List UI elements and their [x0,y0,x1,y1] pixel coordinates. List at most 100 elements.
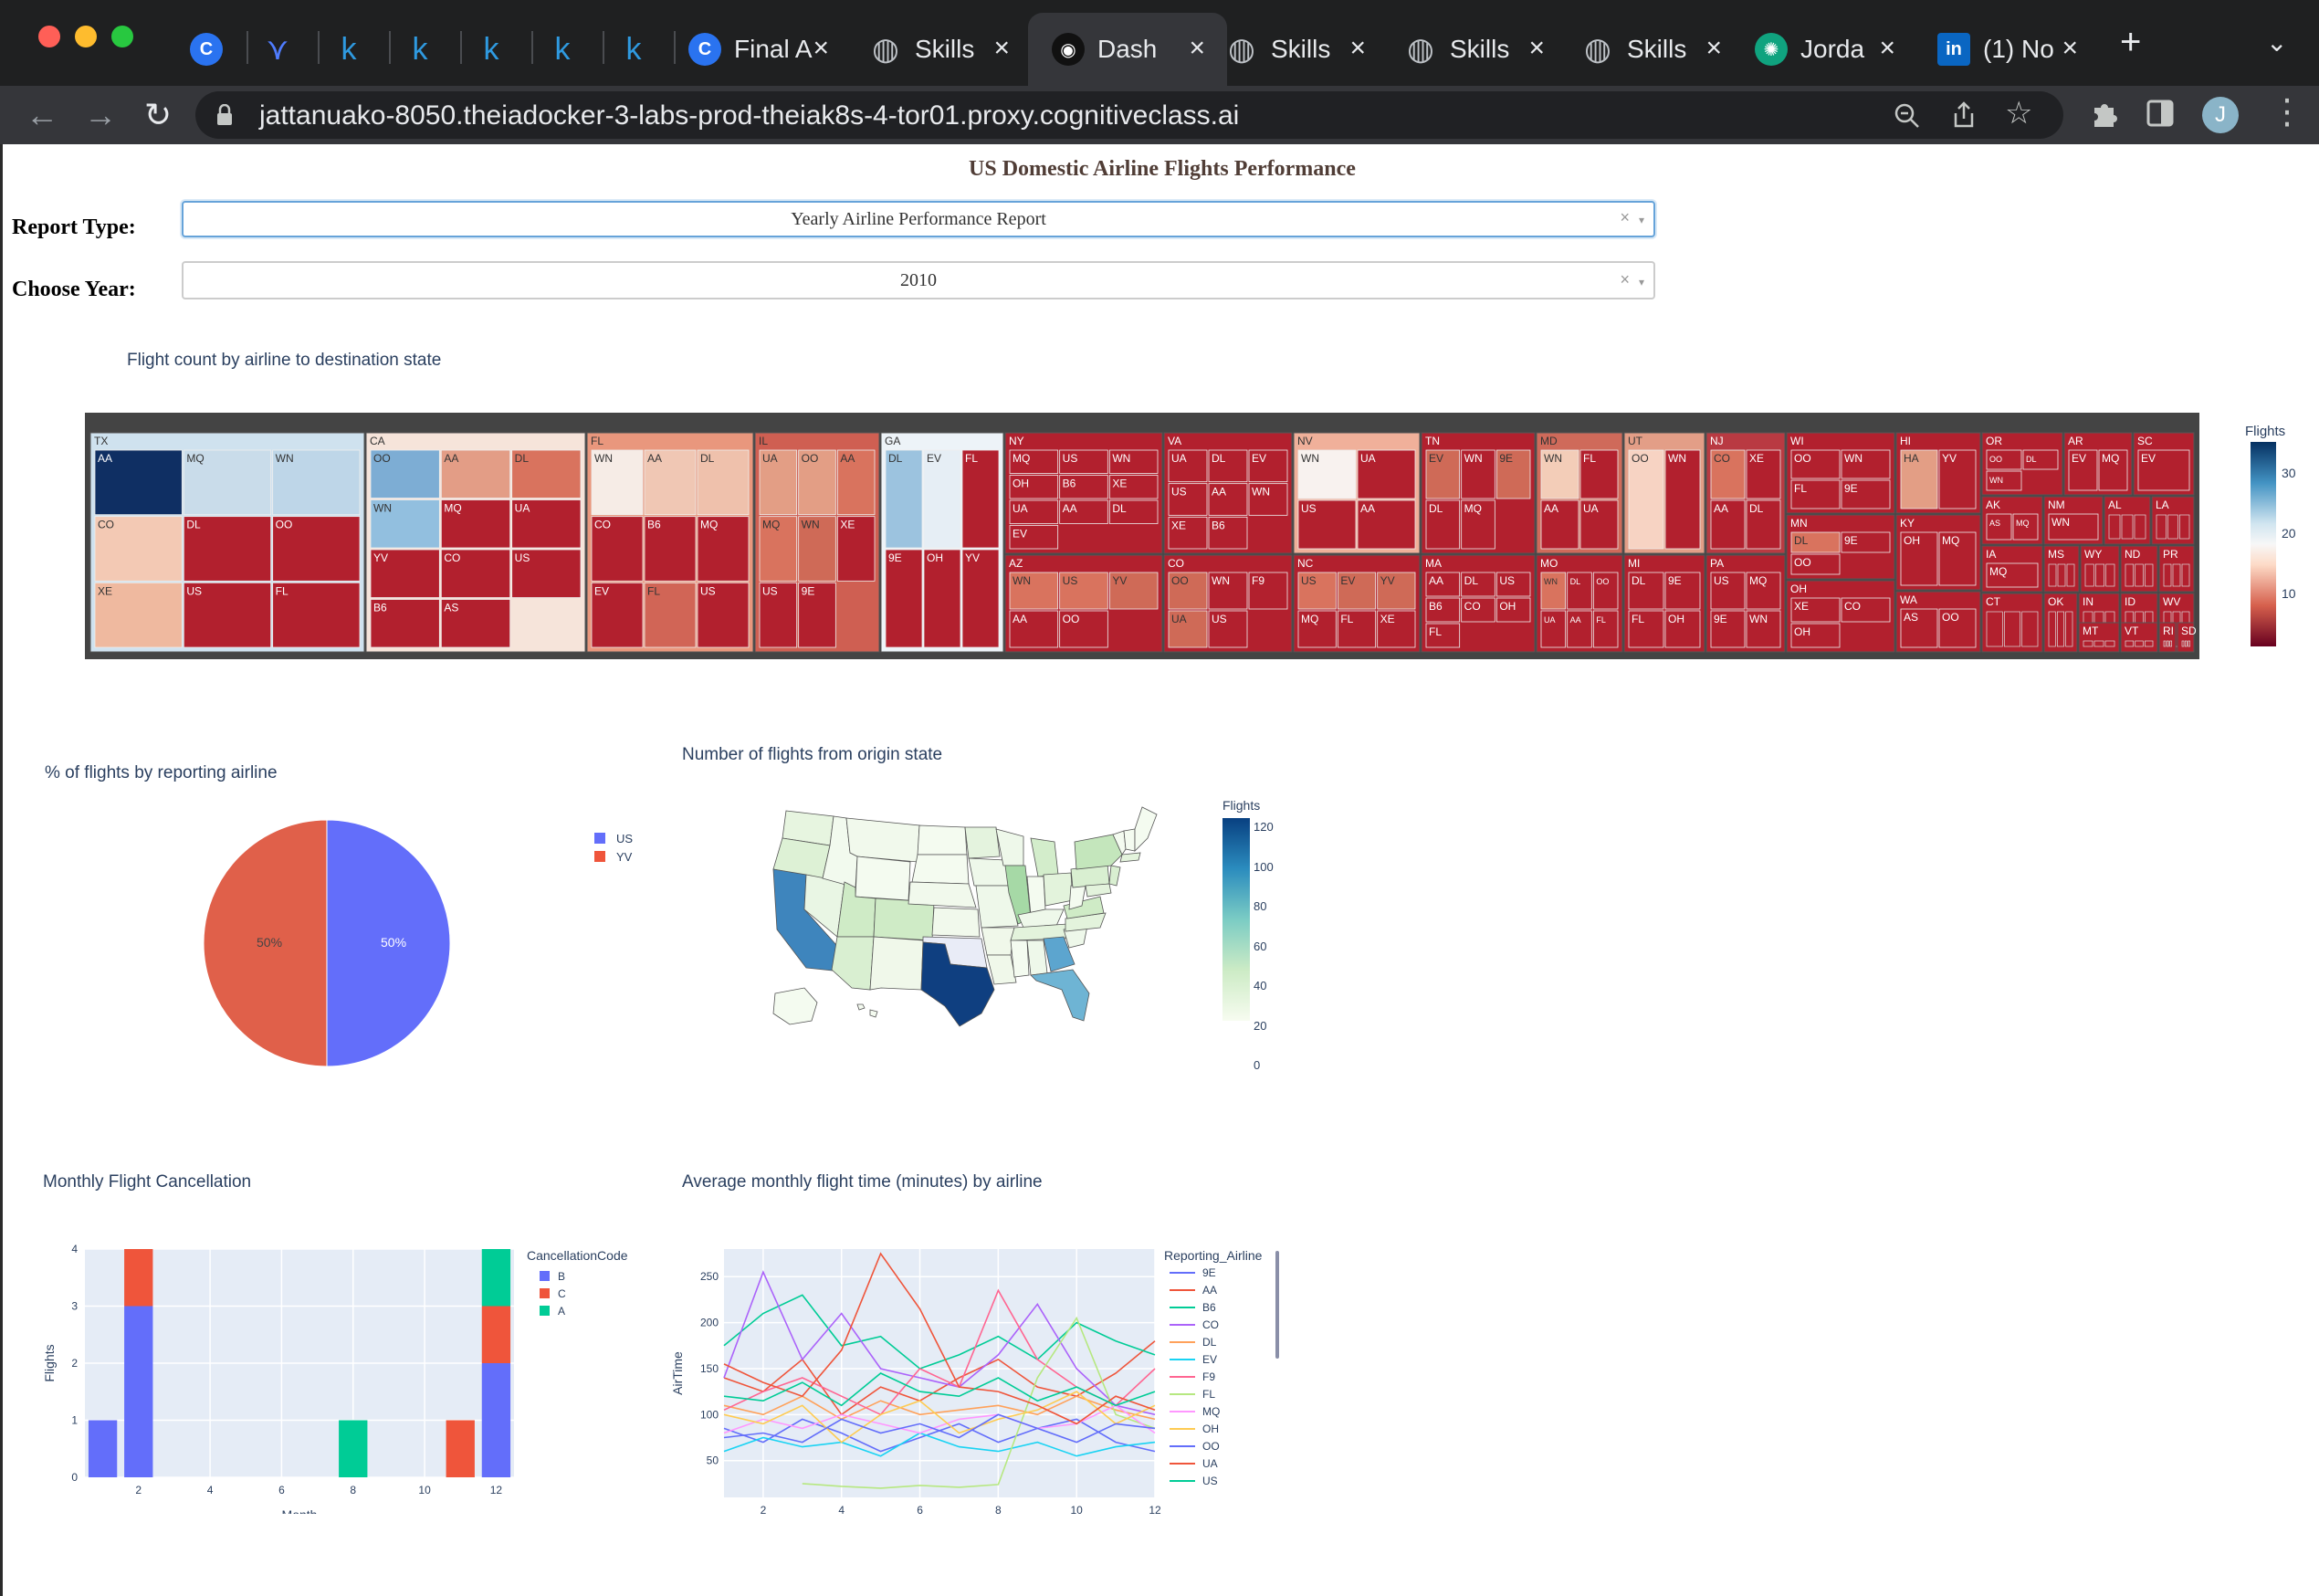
treemap-tile[interactable] [2135,640,2144,647]
state-hi[interactable] [856,1003,878,1018]
line-legend-label[interactable]: UA [1202,1457,1218,1470]
bar-legend-label[interactable]: A [558,1305,565,1318]
airtime-line-chart[interactable]: 5010015020025024681012MonthAirTimeReport… [660,1222,1299,1514]
treemap-tile[interactable] [2135,563,2144,587]
treemap-state-ky[interactable]: KY OH MQ [1895,514,1981,591]
state-nj[interactable] [1108,865,1121,887]
browser-tab[interactable]: in (1) No × [1926,13,2100,86]
bar-b-month-1[interactable] [88,1420,118,1478]
treemap-state-al[interactable]: AL [2104,496,2151,545]
extensions-icon[interactable] [2089,99,2120,130]
browser-tab[interactable]: C Final A × [677,13,851,86]
state-in[interactable] [1026,876,1046,916]
state-sd[interactable] [911,854,970,885]
new-tab-button[interactable]: + [2120,22,2141,63]
treemap-tile[interactable] [2163,563,2172,587]
state-ak[interactable] [772,987,818,1025]
treemap-tile[interactable] [2156,514,2167,540]
legend-item-us[interactable]: US [594,829,633,847]
treemap-tile[interactable] [2104,640,2115,647]
treemap-state-tx[interactable]: TX AA MQ WN CO DL OO XE US FL [89,432,365,653]
treemap-state-md[interactable]: MD WN FL AA UA [1536,432,1623,554]
treemap-tile[interactable] [2003,611,2021,647]
treemap-tile[interactable] [2094,563,2105,587]
treemap-tile[interactable] [2121,514,2134,540]
treemap-state-nd[interactable]: ND [2120,545,2158,593]
state-nh[interactable] [1123,828,1136,852]
chevron-down-icon[interactable]: ▾ [1639,214,1644,226]
bar-c-month-11[interactable] [446,1420,475,1478]
bar-a-month-12[interactable] [481,1249,511,1307]
treemap-tile-ga-oh[interactable] [923,549,961,648]
treemap-state-ut[interactable]: UT OO WN [1623,432,1705,554]
treemap-state-nc[interactable]: NC US EV YV MQ FL XE [1293,554,1421,653]
line-legend-label[interactable]: AA [1202,1284,1217,1297]
browser-tab[interactable]: ◉ Dash × [1028,13,1227,86]
treemap-state-il[interactable]: IL UA OO AA MQ WN XE US 9E [754,432,880,653]
browser-tab[interactable]: ◍ Skills × [1570,13,1744,86]
state-al[interactable] [1026,940,1048,976]
treemap-tile[interactable] [2093,640,2104,647]
state-mn[interactable] [964,826,1001,859]
treemap-tile[interactable] [2144,563,2154,587]
clear-year-icon[interactable]: × [1620,270,1630,289]
bar-a-month-8[interactable] [339,1420,368,1478]
treemap-state-ri[interactable]: RI [2158,622,2177,653]
treemap-state-wa[interactable]: WA AS OO [1895,591,1981,653]
state-ne[interactable] [908,881,977,908]
bar-c-month-2[interactable] [124,1249,153,1307]
treemap-state-nm[interactable]: NM WN [2043,496,2104,545]
line-legend-label[interactable]: EV [1202,1353,1217,1366]
treemap-tile[interactable] [2066,563,2075,587]
treemap-state-pr[interactable]: PR [2158,545,2195,593]
treemap-state-hi[interactable]: HI HA YV [1895,432,1981,514]
treemap-state-sd[interactable]: SD [2177,622,2197,653]
treemap-state-or[interactable]: OR OO DL WN [1981,432,2063,496]
browser-tab[interactable]: k [535,13,599,86]
bar-legend-label[interactable]: C [558,1287,566,1300]
bar-c-month-12[interactable] [481,1306,511,1364]
treemap-tile-ga-dl[interactable] [885,449,923,549]
url-omnibox[interactable]: jattanuako-8050.theiadocker-3-labs-prod-… [195,91,2063,139]
treemap-tile[interactable] [2048,563,2057,587]
state-ar[interactable] [981,927,1015,956]
bar-b-month-12[interactable] [481,1363,511,1477]
treemap-state-oh[interactable]: OH XE CO OH [1786,580,1895,653]
treemap-tile[interactable] [2163,640,2167,647]
treemap-state-va[interactable]: VA UA DL EV US AA WN XE B6 [1163,432,1293,554]
browser-tab[interactable]: k [393,13,456,86]
close-tab-icon[interactable]: × [993,33,1010,64]
treemap-state-wi[interactable]: WI OO WN FL 9E [1786,432,1895,514]
us-choropleth-map[interactable] [766,802,1168,1030]
state-wy[interactable] [855,856,911,901]
browser-tab[interactable]: ◍ Skills × [858,13,1032,86]
browser-tab[interactable]: k [464,13,528,86]
treemap-tile[interactable] [2166,640,2169,647]
close-tab-icon[interactable]: × [813,33,829,64]
state-mi[interactable] [1030,837,1059,877]
treemap-tile[interactable] [2125,640,2135,647]
browser-tab[interactable]: ⋎ [250,13,314,86]
treemap-state-vt[interactable]: VT [2120,622,2158,653]
treemap-state-ma[interactable]: MA AA DL US B6 CO OH FL [1421,554,1536,653]
line-legend-label[interactable]: OH [1202,1423,1219,1435]
close-window-button[interactable] [38,26,60,47]
line-legend-label[interactable]: MQ [1202,1405,1220,1418]
treemap-state-mo[interactable]: MO WN DL OO UA AA FL [1536,554,1623,653]
treemap-state-sc[interactable]: SC EV [2133,432,2195,496]
state-ms[interactable] [1010,940,1030,978]
cancellation-bar-chart[interactable]: 0123424681012MonthFlightsCancellationCod… [30,1222,669,1514]
treemap-state-fl[interactable]: FL WN AA DL CO B6 MQ EV FL US [586,432,754,653]
chevron-down-icon[interactable]: ▾ [1639,276,1644,289]
treemap-tile[interactable] [2056,611,2065,647]
state-oh[interactable] [1043,872,1074,907]
treemap-tile-ut-oo[interactable] [1628,449,1664,550]
minimize-window-button[interactable] [75,26,97,47]
line-legend-label[interactable]: 9E [1202,1266,1216,1279]
treemap-tile-ga-9e[interactable] [885,549,923,648]
treemap-tile[interactable] [2125,563,2135,587]
profile-avatar[interactable]: J [2202,97,2239,133]
treemap-state-ny[interactable]: NY MQ US WN OH B6 XE UA AA DL EV [1004,432,1163,554]
treemap-chart[interactable]: TX AA MQ WN CO DL OO XE US FL CA OO AA DL WN MQ UA YV CO US… [85,413,2199,659]
treemap-state-ar[interactable]: AR EV MQ [2063,432,2133,496]
